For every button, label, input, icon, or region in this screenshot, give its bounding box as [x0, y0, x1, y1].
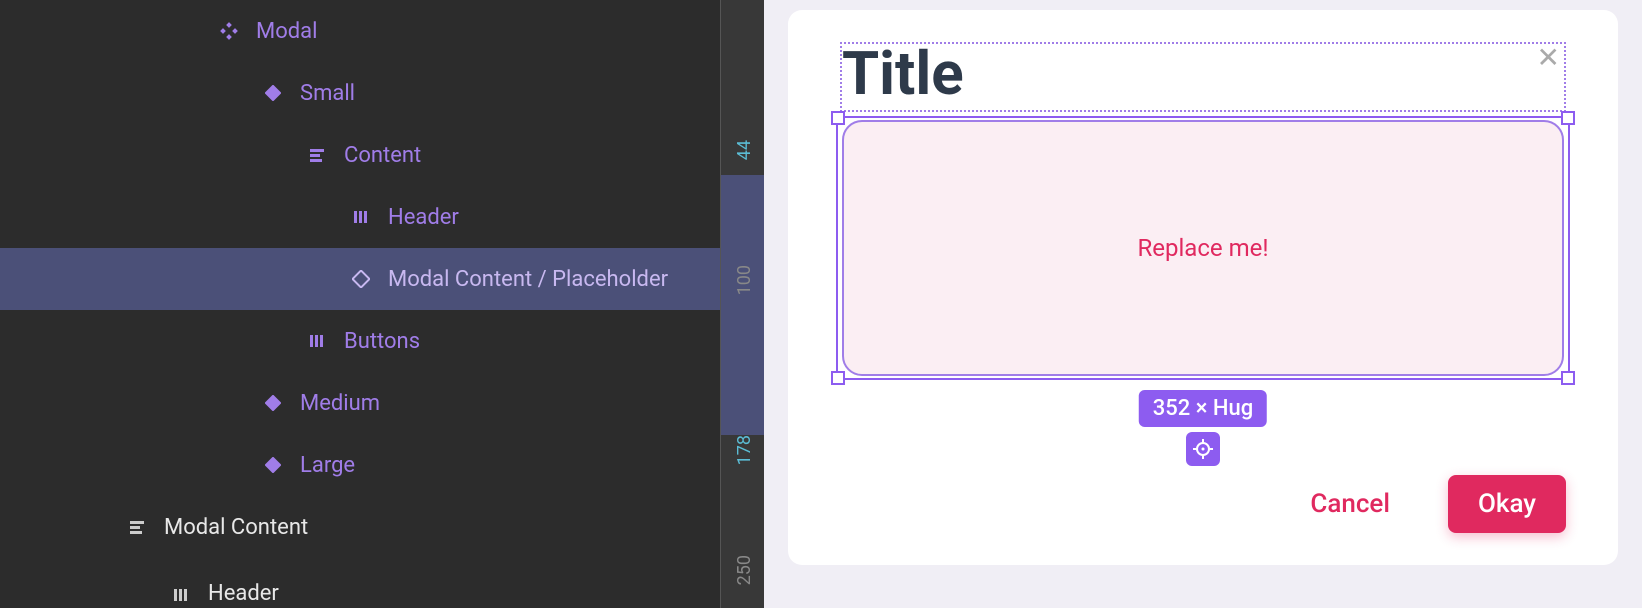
- close-icon[interactable]: ✕: [1537, 44, 1560, 72]
- layer-modal-content[interactable]: Modal Content: [0, 496, 720, 558]
- modal-frame[interactable]: Title ✕ Replace me! 352 × Hug Cancel Oka…: [788, 10, 1618, 565]
- layer-header[interactable]: Header: [0, 186, 720, 248]
- layer-label: Modal Content / Placeholder: [388, 267, 668, 292]
- component-set-icon: [218, 20, 240, 42]
- target-icon[interactable]: [1186, 432, 1220, 466]
- ruler-tick: 250: [734, 555, 755, 585]
- layer-label: Header: [208, 581, 279, 606]
- frame-horizontal-icon: [170, 584, 192, 606]
- variant-icon: [262, 392, 284, 414]
- canvas[interactable]: Title ✕ Replace me! 352 × Hug Cancel Oka…: [764, 0, 1642, 608]
- layers-panel: Modal Small Content Header Modal Content…: [0, 0, 720, 608]
- size-badge: 352 × Hug: [1139, 390, 1267, 427]
- layer-label: Buttons: [344, 329, 420, 354]
- ruler-tick: 44: [734, 140, 755, 160]
- layer-buttons[interactable]: Buttons: [0, 310, 720, 372]
- frame-horizontal-icon: [350, 206, 372, 228]
- layer-large[interactable]: Large: [0, 434, 720, 496]
- layer-modal[interactable]: Modal: [0, 0, 720, 62]
- layer-label: Modal: [256, 19, 317, 44]
- layer-header2[interactable]: Header: [0, 558, 720, 606]
- layer-label: Content: [344, 143, 421, 168]
- vertical-ruler: 44 100 178 250: [720, 0, 764, 608]
- layer-small[interactable]: Small: [0, 62, 720, 124]
- layer-placeholder-selected[interactable]: Modal Content / Placeholder: [0, 248, 720, 310]
- modal-buttons: Cancel Okay: [1280, 475, 1566, 533]
- variant-icon: [262, 82, 284, 104]
- frame-vertical-icon: [126, 516, 148, 538]
- layer-content[interactable]: Content: [0, 124, 720, 186]
- layer-label: Modal Content: [164, 515, 308, 540]
- variant-icon: [262, 454, 284, 476]
- okay-button[interactable]: Okay: [1448, 475, 1566, 533]
- placeholder-selection[interactable]: Replace me! 352 × Hug: [840, 120, 1566, 376]
- ruler-selection-highlight: [721, 175, 764, 435]
- modal-header[interactable]: Title ✕: [840, 42, 1566, 112]
- layer-label: Small: [300, 81, 355, 106]
- layer-label: Medium: [300, 391, 380, 416]
- ruler-tick: 178: [734, 435, 755, 465]
- layer-medium[interactable]: Medium: [0, 372, 720, 434]
- ruler-tick: 100: [734, 265, 755, 295]
- modal-content-placeholder[interactable]: Replace me!: [842, 120, 1564, 376]
- resize-handle-br[interactable]: [1561, 371, 1575, 385]
- frame-vertical-icon: [306, 144, 328, 166]
- instance-icon: [350, 268, 372, 290]
- cancel-button[interactable]: Cancel: [1280, 475, 1420, 533]
- layer-label: Large: [300, 453, 355, 478]
- resize-handle-bl[interactable]: [831, 371, 845, 385]
- placeholder-text: Replace me!: [1137, 234, 1268, 262]
- modal-title: Title: [842, 44, 964, 104]
- frame-horizontal-icon: [306, 330, 328, 352]
- resize-handle-tr[interactable]: [1561, 111, 1575, 125]
- layer-label: Header: [388, 205, 459, 230]
- resize-handle-tl[interactable]: [831, 111, 845, 125]
